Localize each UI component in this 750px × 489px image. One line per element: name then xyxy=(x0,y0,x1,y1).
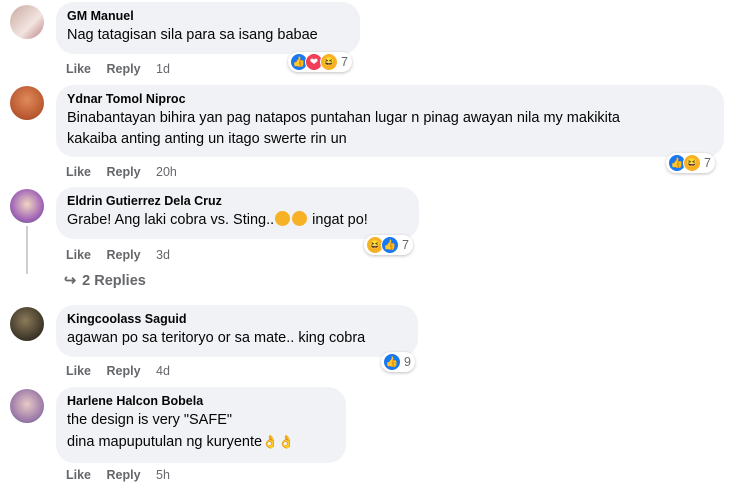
reaction-count: 7 xyxy=(704,156,711,170)
like-button[interactable]: Like xyxy=(66,248,91,262)
comment-author[interactable]: Kingcoolass Saguid xyxy=(67,311,406,328)
reaction-summary[interactable]: 👍 😆 7 xyxy=(666,153,715,173)
avatar[interactable] xyxy=(10,307,44,341)
reply-button[interactable]: Reply xyxy=(107,468,141,482)
avatar[interactable] xyxy=(10,86,44,120)
view-replies-link[interactable]: ↪ 2 Replies xyxy=(64,273,146,289)
reply-button[interactable]: Reply xyxy=(107,364,141,378)
thread-line xyxy=(26,226,28,274)
comment-actions: Like Reply 3d xyxy=(66,248,182,262)
comment-author[interactable]: Harlene Halcon Bobela xyxy=(67,393,334,410)
reaction-summary[interactable]: 👍 9 xyxy=(381,352,415,372)
reply-arrow-icon: ↪ xyxy=(64,273,77,289)
comment-text: the design is very "SAFE" xyxy=(67,412,233,428)
reply-button[interactable]: Reply xyxy=(107,62,141,76)
timestamp[interactable]: 3d xyxy=(156,248,170,262)
like-button[interactable]: Like xyxy=(66,165,91,179)
avatar[interactable] xyxy=(10,189,44,223)
comment-author[interactable]: Eldrin Gutierrez Dela Cruz xyxy=(67,193,407,210)
reply-button[interactable]: Reply xyxy=(107,248,141,262)
timestamp[interactable]: 5h xyxy=(156,468,170,482)
reaction-summary[interactable]: 👍 ❤ 😆 7 xyxy=(288,52,352,72)
comment-text-part: dina mapuputulan ng kuryente xyxy=(67,434,263,450)
comment-text: Nag tatagisan sila para sa isang babae xyxy=(67,27,318,43)
like-icon: 👍 xyxy=(381,236,399,254)
timestamp[interactable]: 20h xyxy=(156,165,177,179)
timestamp[interactable]: 1d xyxy=(156,62,170,76)
comment-text: Binabantayan bihira yan pag natapos punt… xyxy=(67,110,620,126)
comment-actions: Like Reply 5h xyxy=(66,468,182,482)
comment-bubble: Ydnar Tomol Niproc Binabantayan bihira y… xyxy=(56,85,724,157)
reaction-count: 7 xyxy=(341,55,348,69)
comment-author[interactable]: GM Manuel xyxy=(67,8,348,25)
comment-bubble: Harlene Halcon Bobela the design is very… xyxy=(56,387,346,463)
reaction-summary[interactable]: 😆 👍 7 xyxy=(364,235,413,255)
comment-actions: Like Reply 1d xyxy=(66,62,182,76)
grinning-emoji-icon xyxy=(275,211,291,226)
comment-bubble: GM Manuel Nag tatagisan sila para sa isa… xyxy=(56,2,360,54)
timestamp[interactable]: 4d xyxy=(156,364,170,378)
haha-icon: 😆 xyxy=(320,53,338,71)
comment-text-part: Grabe! Ang laki cobra vs. Sting.. xyxy=(67,212,275,228)
comment-author[interactable]: Ydnar Tomol Niproc xyxy=(67,91,712,108)
comment-bubble: Eldrin Gutierrez Dela Cruz Grabe! Ang la… xyxy=(56,187,419,239)
avatar[interactable] xyxy=(10,5,44,39)
like-button[interactable]: Like xyxy=(66,468,91,482)
grinning-emoji-icon xyxy=(292,211,308,226)
comment-text-part: ingat po! xyxy=(308,212,368,228)
reply-button[interactable]: Reply xyxy=(107,165,141,179)
reaction-count: 7 xyxy=(402,238,409,252)
replies-label: 2 Replies xyxy=(82,273,146,289)
comment-actions: Like Reply 20h xyxy=(66,165,189,179)
like-icon: 👍 xyxy=(383,353,401,371)
comment-text: kakaiba anting anting un itago swerte ri… xyxy=(67,131,347,147)
avatar[interactable] xyxy=(10,389,44,423)
comment-text: dina mapuputulan ng kuryente👌👌 xyxy=(67,431,334,453)
like-button[interactable]: Like xyxy=(66,364,91,378)
ok-hand-emoji-icon: 👌 xyxy=(262,434,279,449)
comment-actions: Like Reply 4d xyxy=(66,364,182,378)
comment-bubble: Kingcoolass Saguid agawan po sa teritory… xyxy=(56,305,418,357)
comment-text: Grabe! Ang laki cobra vs. Sting.. ingat … xyxy=(67,210,407,231)
comment-text: agawan po sa teritoryo or sa mate.. king… xyxy=(67,330,366,346)
like-button[interactable]: Like xyxy=(66,62,91,76)
reaction-count: 9 xyxy=(404,355,411,369)
ok-hand-emoji-icon: 👌 xyxy=(278,434,295,449)
haha-icon: 😆 xyxy=(683,154,701,172)
